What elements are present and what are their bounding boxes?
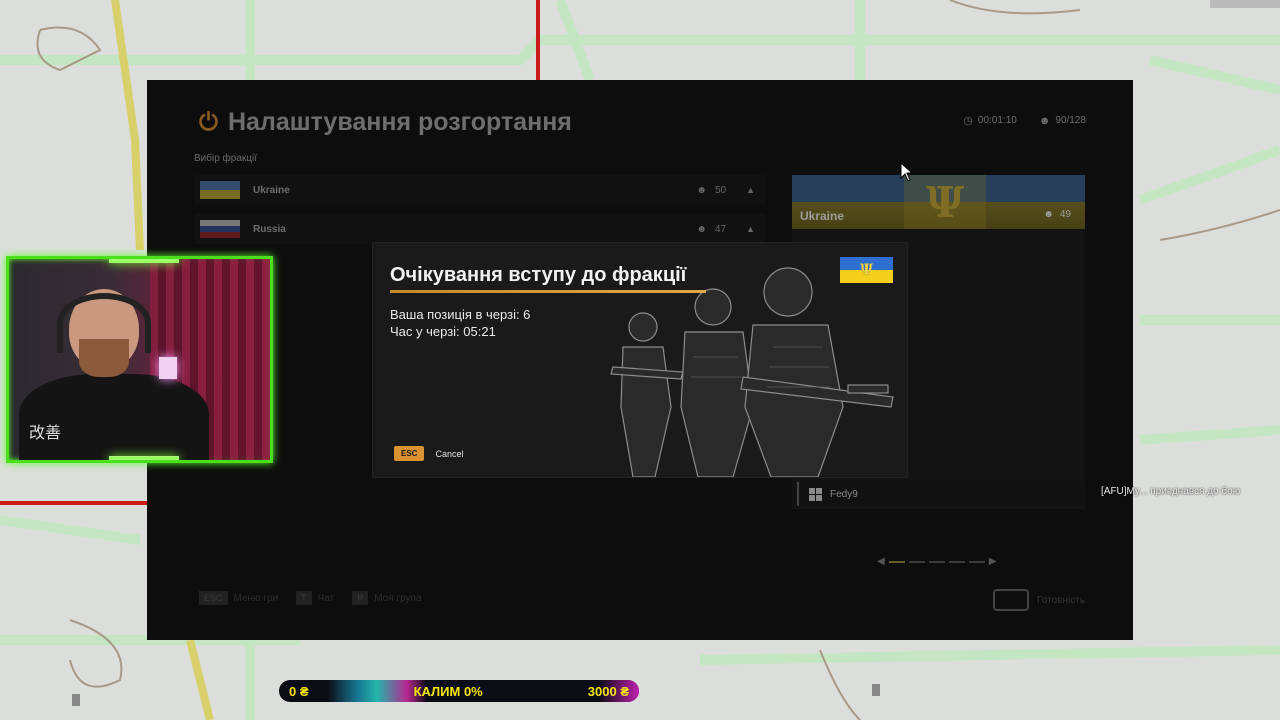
selected-faction-count: ☻ 49: [1043, 209, 1071, 220]
prev-page-icon[interactable]: ◀: [877, 556, 885, 567]
cancel-button[interactable]: Cancel: [435, 449, 463, 459]
donation-goal-bar: 0 ₴ КАЛИМ 0% 3000 ₴: [279, 680, 639, 702]
timer-stat: ◷ 00:01:10: [963, 114, 1017, 127]
donation-bar-glow: [327, 680, 427, 702]
selected-faction-card: Ψ Ukraine ☻ 49: [792, 175, 1085, 229]
hint-label: Чат: [317, 593, 335, 604]
pager: ◀ ▶: [877, 556, 996, 567]
player-name: Fedy9: [830, 488, 858, 500]
frame-glow: [109, 456, 179, 460]
ukraine-flag-icon: [200, 181, 240, 199]
page-dot[interactable]: [908, 560, 925, 563]
player-row[interactable]: Fedy9: [797, 482, 1085, 506]
donation-label: КАЛИМ 0%: [413, 683, 483, 699]
page-title-row: ⏻ Налаштування розгортання: [199, 108, 572, 137]
dialog-title: Очікування вступу до фракції: [390, 264, 687, 286]
title-underline: [390, 290, 706, 293]
faction-row-russia[interactable]: Russia ☻ 47 ▲: [195, 214, 765, 244]
hint-group[interactable]: P Моя група: [352, 591, 422, 605]
ready-button[interactable]: Готовність: [993, 589, 1085, 611]
frame-glow: [109, 259, 179, 263]
top-stats: ◷ 00:01:10 ☻ 90/128: [963, 114, 1086, 128]
page-dot[interactable]: [888, 560, 905, 563]
chevron-up-icon[interactable]: ▲: [746, 224, 755, 234]
donation-target: 3000 ₴: [587, 683, 629, 699]
queue-position: Ваша позиція в черзі: 6: [390, 307, 531, 322]
ready-toggle-icon: [993, 589, 1030, 611]
queue-time: Час у черзі: 05:21: [390, 324, 496, 339]
hint-key: T: [296, 591, 312, 605]
hint-label: Моя група: [374, 593, 422, 604]
headset-icon: [57, 293, 151, 353]
page-dot[interactable]: [948, 560, 965, 563]
selected-faction-name: Ukraine: [800, 209, 845, 223]
chat-message: [AFU]My... приєднався до бою: [1101, 486, 1241, 497]
chevron-up-icon[interactable]: ▲: [746, 185, 755, 195]
hint-chat[interactable]: T Чат: [296, 591, 335, 605]
mic-light: [159, 357, 177, 379]
donation-current: 0 ₴: [289, 683, 309, 699]
selected-faction-count-value: 49: [1059, 209, 1071, 220]
hint-key: ESC: [199, 591, 228, 605]
faction-row-ukraine[interactable]: Ukraine ☻ 50 ▲: [195, 175, 765, 205]
esc-key: ESC: [394, 446, 425, 461]
footer-hints: ESC Меню гри T Чат P Моя група: [199, 591, 422, 605]
faction-queue-dialog: Очікування вступу до фракції Ψ Ваша пози…: [373, 243, 907, 477]
faction-count: ☻ 47: [696, 224, 726, 235]
page-title: Налаштування розгортання: [227, 108, 572, 136]
trident-emblem-icon: Ψ: [904, 175, 986, 229]
faction-count-value: 50: [714, 184, 727, 196]
players-icon: ☻: [696, 184, 707, 196]
players-icon: ☻: [696, 223, 707, 235]
cancel-action[interactable]: ESC Cancel: [394, 446, 463, 461]
page-dot[interactable]: [968, 560, 985, 563]
faction-count-value: 47: [714, 223, 727, 235]
faction-count: ☻ 50: [696, 185, 726, 196]
page-dot[interactable]: [928, 560, 945, 563]
deploy-icon: ⏻: [199, 108, 218, 136]
hint-key: P: [352, 591, 369, 605]
ukraine-flag-icon: Ψ: [840, 257, 893, 283]
russia-flag-icon: [200, 220, 240, 238]
clock-icon: ◷: [963, 115, 973, 127]
hint-menu[interactable]: ESC Меню гри: [199, 591, 279, 605]
players-value: 90/128: [1055, 115, 1086, 126]
hint-label: Меню гри: [233, 593, 279, 604]
windows-icon: [809, 487, 822, 501]
mouse-cursor-icon: [900, 162, 914, 182]
players-icon: ☻: [1043, 209, 1054, 220]
faction-name: Russia: [253, 223, 286, 235]
next-page-icon[interactable]: ▶: [989, 556, 997, 567]
shirt-logo: 改善: [29, 423, 62, 442]
ready-label: Готовність: [1037, 594, 1085, 606]
faction-section-label: Вибір фракції: [194, 153, 257, 164]
timer-value: 00:01:10: [977, 115, 1017, 126]
webcam-overlay: 改善: [6, 256, 273, 463]
faction-name: Ukraine: [253, 184, 290, 196]
players-stat: ☻ 90/128: [1039, 115, 1086, 127]
players-icon: ☻: [1038, 114, 1051, 127]
